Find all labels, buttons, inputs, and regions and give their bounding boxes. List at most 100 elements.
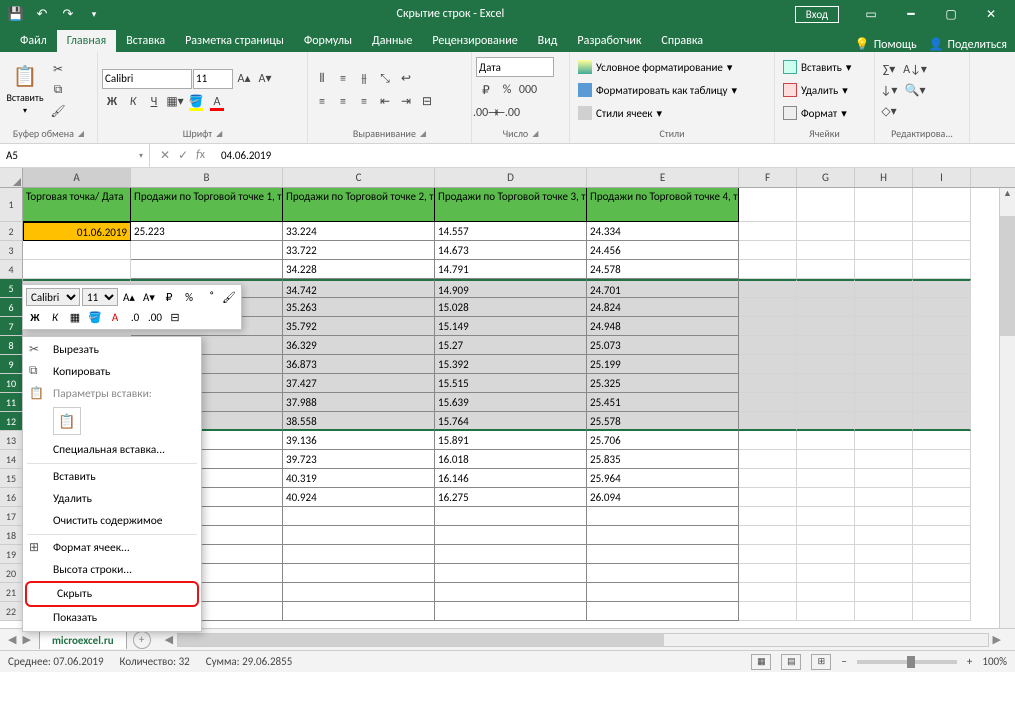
- cell[interactable]: [913, 355, 971, 374]
- cell[interactable]: [855, 583, 913, 602]
- row-header[interactable]: 10: [0, 374, 23, 393]
- cell[interactable]: [23, 241, 131, 260]
- tab-формулы[interactable]: Формулы: [294, 30, 362, 52]
- cell[interactable]: 34.228: [283, 260, 435, 279]
- mini-grow-font-icon[interactable]: A▴: [120, 288, 138, 306]
- cell[interactable]: [855, 188, 913, 222]
- currency-icon[interactable]: ₽: [476, 80, 496, 100]
- redo-icon[interactable]: ↷: [56, 2, 80, 26]
- ctx-format-cells[interactable]: ⊞Формат ячеек...: [23, 537, 201, 559]
- cell[interactable]: Продажи по Торговой точке 1, тыс. руб.: [131, 188, 283, 222]
- cell[interactable]: [797, 526, 855, 545]
- cell[interactable]: [797, 279, 855, 298]
- format-painter-icon[interactable]: 🖌: [48, 101, 68, 121]
- mini-font-select[interactable]: Calibri: [26, 288, 80, 306]
- cell[interactable]: 24.578: [587, 260, 739, 279]
- cell[interactable]: [587, 526, 739, 545]
- number-launcher[interactable]: ◢: [532, 129, 538, 139]
- enter-formula-icon[interactable]: ✓: [178, 148, 188, 163]
- cell[interactable]: [913, 545, 971, 564]
- cell[interactable]: Продажи по Торговой точке 3, тыс. руб.: [435, 188, 587, 222]
- align-bottom-icon[interactable]: ⫵: [354, 69, 374, 89]
- cell[interactable]: [855, 450, 913, 469]
- cell[interactable]: [913, 488, 971, 507]
- cell[interactable]: [739, 583, 797, 602]
- align-left-icon[interactable]: ≡: [312, 92, 332, 112]
- indent-dec-icon[interactable]: ⇤: [375, 92, 395, 112]
- vertical-scrollbar[interactable]: ▲: [999, 188, 1015, 628]
- cell[interactable]: [797, 545, 855, 564]
- cell[interactable]: [855, 336, 913, 355]
- cell[interactable]: [913, 469, 971, 488]
- cell[interactable]: [435, 545, 587, 564]
- cell[interactable]: [913, 431, 971, 450]
- row-header[interactable]: 17: [0, 507, 23, 526]
- row-header[interactable]: 9: [0, 355, 23, 374]
- cell[interactable]: 34.742: [283, 279, 435, 298]
- fill-color-icon[interactable]: 🪣: [186, 92, 206, 112]
- cell[interactable]: [739, 602, 797, 621]
- cell[interactable]: [855, 393, 913, 412]
- row-header[interactable]: 18: [0, 526, 23, 545]
- ctx-row-height[interactable]: Высота строки...: [23, 559, 201, 581]
- tell-me[interactable]: 💡 Помощь: [855, 37, 917, 52]
- cell[interactable]: [797, 241, 855, 260]
- cell[interactable]: [855, 298, 913, 317]
- cell[interactable]: 36.873: [283, 355, 435, 374]
- clear-icon[interactable]: ◇▾: [879, 101, 899, 121]
- column-header[interactable]: H: [855, 168, 913, 187]
- cell[interactable]: 15.891: [435, 431, 587, 450]
- cell[interactable]: 25.835: [587, 450, 739, 469]
- row-header[interactable]: 20: [0, 564, 23, 583]
- cell[interactable]: 15.515: [435, 374, 587, 393]
- cell[interactable]: 14.791: [435, 260, 587, 279]
- cell[interactable]: [739, 412, 797, 431]
- tab-рецензирование[interactable]: Рецензирование: [422, 30, 527, 52]
- cell[interactable]: [283, 507, 435, 526]
- cell[interactable]: 25.073: [587, 336, 739, 355]
- cell[interactable]: [739, 526, 797, 545]
- tab-справка[interactable]: Справка: [651, 30, 713, 52]
- cell[interactable]: [739, 241, 797, 260]
- row-header[interactable]: 2: [0, 222, 23, 241]
- cell[interactable]: 25.451: [587, 393, 739, 412]
- cell[interactable]: [797, 393, 855, 412]
- cell[interactable]: [913, 188, 971, 222]
- cell[interactable]: [131, 241, 283, 260]
- ctx-cut[interactable]: ✂Вырезать: [23, 339, 201, 361]
- ctx-copy[interactable]: ⧉Копировать: [23, 361, 201, 383]
- cell[interactable]: 25.325: [587, 374, 739, 393]
- row-header[interactable]: 22: [0, 602, 23, 621]
- tab-файл[interactable]: Файл: [10, 30, 57, 52]
- cell[interactable]: 24.824: [587, 298, 739, 317]
- cell[interactable]: 35.263: [283, 298, 435, 317]
- align-right-icon[interactable]: ≡: [354, 92, 374, 112]
- cell[interactable]: [797, 469, 855, 488]
- cell[interactable]: 37.427: [283, 374, 435, 393]
- cell[interactable]: 37.988: [283, 393, 435, 412]
- ctx-insert[interactable]: Вставить: [23, 466, 201, 488]
- cell[interactable]: [283, 526, 435, 545]
- italic-button[interactable]: К: [123, 92, 143, 112]
- cell[interactable]: [739, 450, 797, 469]
- row-header[interactable]: 12: [0, 412, 23, 431]
- cell[interactable]: 25.223: [131, 222, 283, 241]
- cell[interactable]: 15.392: [435, 355, 587, 374]
- cell[interactable]: [855, 222, 913, 241]
- cell[interactable]: [913, 526, 971, 545]
- cell[interactable]: [435, 526, 587, 545]
- cell[interactable]: [913, 412, 971, 431]
- font-color-icon[interactable]: A: [207, 92, 227, 112]
- fill-icon[interactable]: ↓▾: [879, 80, 899, 100]
- row-header[interactable]: 15: [0, 469, 23, 488]
- mini-shrink-font-icon[interactable]: A▾: [140, 288, 158, 306]
- grow-font-icon[interactable]: A▴: [234, 69, 254, 89]
- cell[interactable]: 14.909: [435, 279, 587, 298]
- cell[interactable]: [587, 545, 739, 564]
- add-sheet-button[interactable]: +: [133, 631, 151, 649]
- column-header[interactable]: E: [587, 168, 739, 187]
- cell[interactable]: [855, 260, 913, 279]
- cell[interactable]: 39.723: [283, 450, 435, 469]
- cell[interactable]: [913, 336, 971, 355]
- name-box[interactable]: A5▾: [0, 144, 150, 167]
